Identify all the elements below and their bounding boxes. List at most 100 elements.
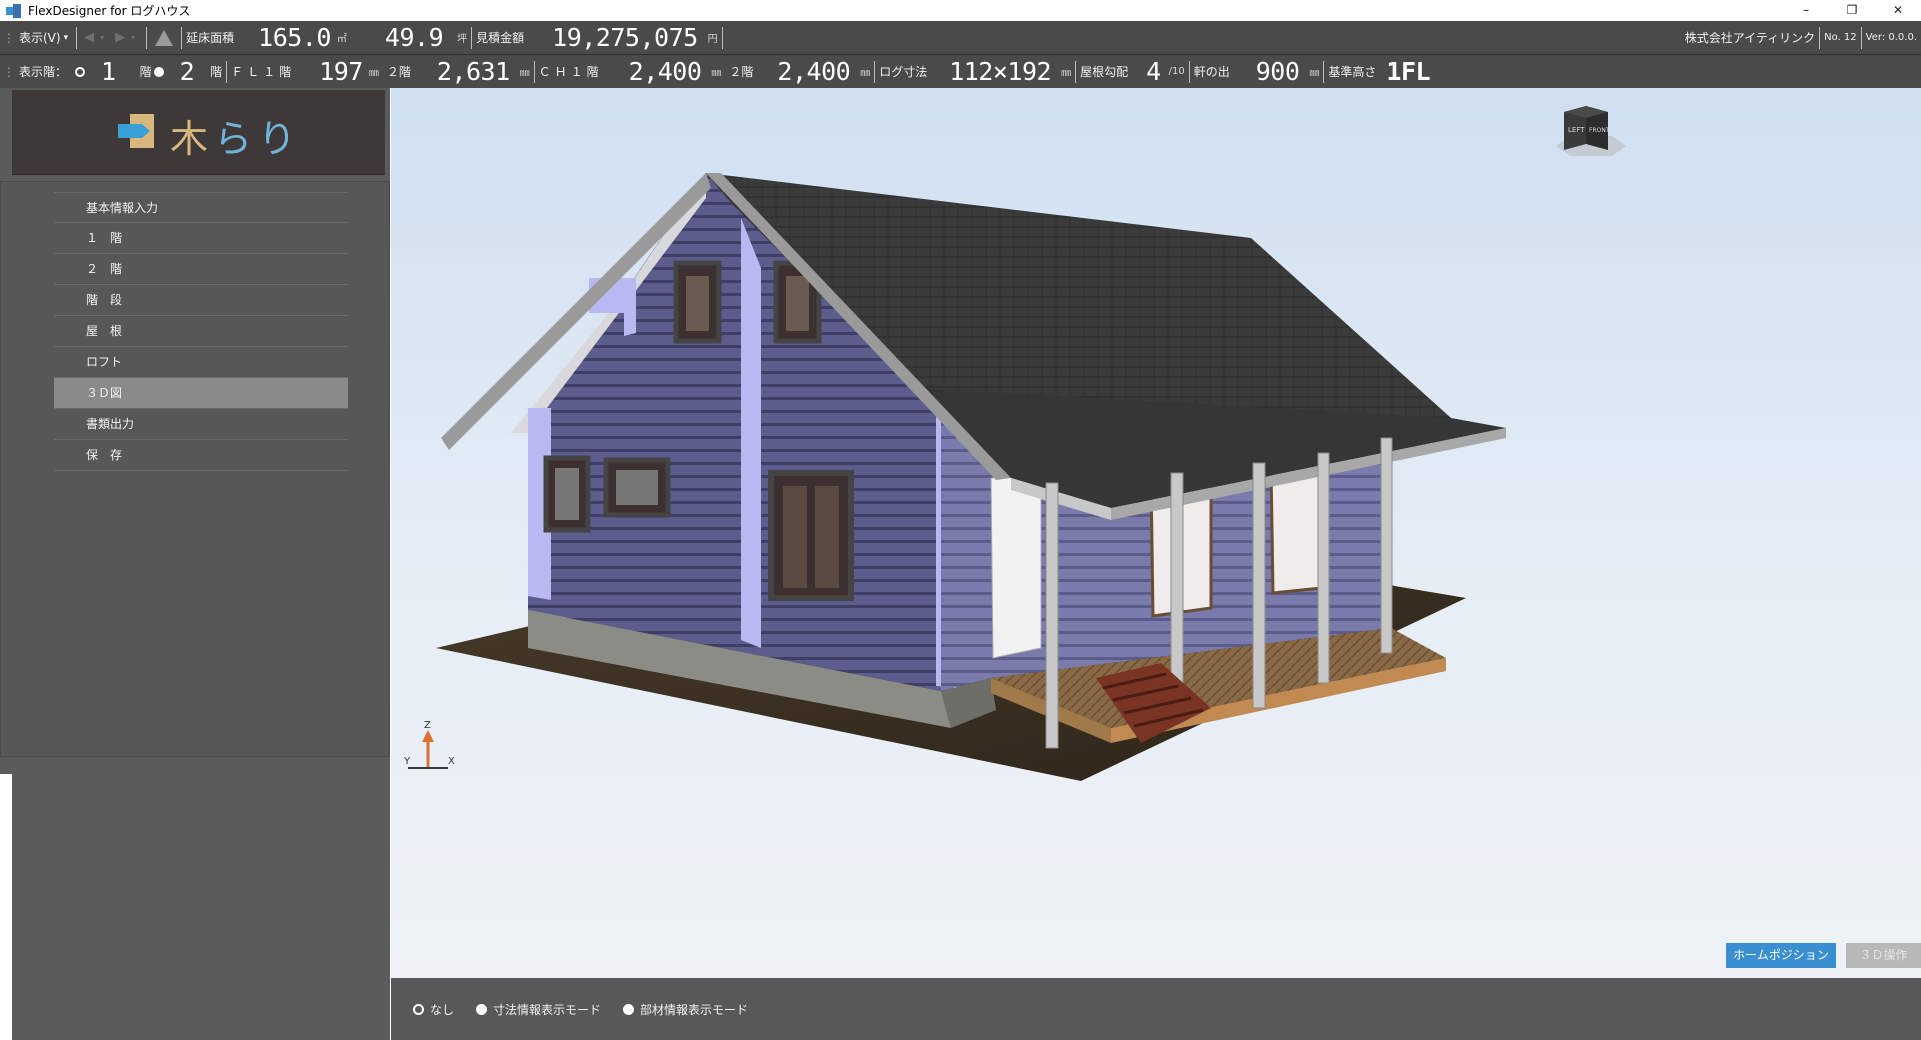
house-3d-model: LEFT FRONT Z Y X: [403, 106, 1626, 781]
separator: [721, 26, 723, 49]
record-number: No. 12: [1824, 32, 1857, 43]
version-label: Ver: 0.0.0.: [1865, 32, 1917, 43]
logo-mark-icon: [118, 114, 154, 148]
floor1-radio[interactable]: [75, 66, 86, 77]
logo-text: 木らり: [170, 108, 302, 163]
fl2-label: ２階: [386, 65, 411, 79]
separator: [874, 60, 876, 83]
floor2-radio[interactable]: [153, 66, 164, 77]
log-size-label: ログ寸法: [879, 65, 928, 79]
fl2-value: 2,631: [436, 57, 510, 86]
3d-operation-button[interactable]: ３Ｄ操作: [1846, 943, 1921, 968]
axis-z-label: Z: [424, 720, 431, 731]
axis-gizmo-icon: Z Y X: [403, 720, 455, 769]
home-position-button[interactable]: ホームポジション: [1726, 943, 1836, 968]
mode-none[interactable]: なし: [409, 1001, 454, 1018]
warning-icon[interactable]: [155, 29, 174, 46]
menu-item-basic-info[interactable]: 基本情報入力: [54, 192, 348, 223]
forward-dropdown-icon[interactable]: ▾: [131, 33, 135, 42]
nav-cube-left-label[interactable]: LEFT: [1568, 126, 1585, 134]
nav-cube-icon: LEFT FRONT: [1556, 106, 1626, 156]
mode-none-radio[interactable]: [413, 1003, 424, 1015]
window-title: FlexDesigner for ログハウス: [28, 4, 191, 18]
company-name: 株式会社アイティリンク: [1684, 31, 1816, 45]
separator: [226, 60, 228, 83]
floor-area-unit: ㎡: [336, 34, 347, 45]
restore-button[interactable]: ❐: [1829, 0, 1875, 21]
ch1-value: 2,400: [628, 57, 702, 86]
menu-item-floor-1[interactable]: １ 階: [54, 223, 348, 254]
mode-dimension[interactable]: 寸法情報表示モード: [472, 1001, 601, 1018]
display-menu-caret-icon[interactable]: ▾: [64, 33, 69, 43]
separator: [533, 60, 535, 83]
fl-label: ＦＬ１階: [231, 65, 296, 79]
3d-viewport[interactable]: LEFT FRONT Z Y X: [391, 88, 1921, 978]
fl2-unit: ㎜: [519, 68, 530, 79]
separator: [146, 26, 148, 49]
log-size-unit: ㎜: [1061, 68, 1072, 79]
separator: [1323, 60, 1325, 83]
estimate-label: 見積金額: [476, 31, 525, 45]
toolbar-grip-icon: ⋮: [3, 64, 15, 79]
menu-item-3d-view[interactable]: ３Ｄ図: [54, 378, 348, 409]
menu-panel: 基本情報入力 １ 階 ２ 階 階 段 屋 根 ロフト ３Ｄ図 書類出力 保 存: [0, 181, 390, 757]
axis-y-label: Y: [403, 756, 411, 767]
floor1-value: 1: [101, 57, 116, 86]
sidebar: 木らり 基本情報入力 １ 階 ２ 階 階 段 屋 根 ロフト ３Ｄ図 書類出力 …: [0, 88, 390, 1040]
ch2-unit: ㎜: [860, 68, 871, 79]
eave-label: 軒の出: [1193, 65, 1230, 79]
front-door: [990, 475, 1042, 659]
minimize-button[interactable]: –: [1783, 0, 1829, 21]
fl1-value: 197: [319, 57, 363, 86]
menu-item-loft[interactable]: ロフト: [54, 347, 348, 378]
info-toolbar: ⋮ 表示階： 1 階 2 階 ＦＬ１階 197 ㎜ ２階 2,631 ㎜ ＣＨ１…: [0, 55, 1921, 88]
roof-pitch-value: 4: [1146, 57, 1161, 86]
menu-item-save[interactable]: 保 存: [54, 440, 348, 471]
tsubo-unit: 坪: [457, 34, 468, 45]
separator: [76, 26, 78, 49]
separator: [1075, 60, 1077, 83]
back-dropdown-icon[interactable]: ▾: [100, 33, 104, 42]
ch2-label: ２階: [729, 65, 754, 79]
toolbar-grip-icon: ⋮: [3, 30, 15, 45]
mode-none-label: なし: [430, 1002, 455, 1017]
separator: [1860, 26, 1862, 49]
estimate-unit: 円: [707, 34, 718, 45]
menu-item-document-output[interactable]: 書類出力: [54, 409, 348, 440]
ch2-value: 2,400: [777, 57, 851, 86]
display-menu[interactable]: 表示(V): [19, 29, 61, 46]
separator: [1188, 60, 1190, 83]
separator: [1819, 26, 1821, 49]
logo-text-kana: らり: [214, 117, 303, 161]
ch-label: ＣＨ１階: [538, 65, 603, 79]
title-bar: FlexDesigner for ログハウス – ❐ ✕: [0, 0, 1921, 21]
base-height-label: 基準高さ: [1328, 65, 1377, 79]
display-mode-bar: なし 寸法情報表示モード 部材情報表示モード: [391, 978, 1921, 1040]
eave-value: 900: [1255, 57, 1300, 86]
menu-item-floor-2[interactable]: ２ 階: [54, 254, 348, 285]
logo-text-kanji: 木: [170, 117, 215, 161]
sidebar-gap: [0, 774, 12, 1040]
mode-member[interactable]: 部材情報表示モード: [619, 1001, 748, 1018]
roof-pitch-unit: /10: [1168, 66, 1185, 77]
separator: [471, 26, 473, 49]
mode-dimension-label: 寸法情報表示モード: [493, 1002, 602, 1017]
roof-pitch-label: 屋根勾配: [1080, 65, 1129, 79]
app-icon: [6, 3, 22, 18]
estimate-value: 19,275,075: [552, 23, 698, 52]
close-button[interactable]: ✕: [1875, 0, 1921, 21]
mode-dimension-radio[interactable]: [476, 1003, 488, 1015]
floor2-value: 2: [179, 57, 195, 86]
menu-item-stairs[interactable]: 階 段: [54, 285, 348, 316]
log-size-value: 112×192: [949, 57, 1052, 86]
floor1-unit: 階: [139, 65, 152, 79]
nav-cube-front-label[interactable]: FRONT: [1589, 127, 1610, 134]
fl1-unit: ㎜: [368, 68, 379, 79]
tsubo-value: 49.9: [384, 23, 444, 52]
mode-member-radio[interactable]: [623, 1003, 635, 1015]
back-icon[interactable]: ◀: [84, 30, 94, 45]
menu-item-roof[interactable]: 屋 根: [54, 316, 348, 347]
forward-icon[interactable]: ▶: [115, 30, 125, 45]
eave-unit: ㎜: [1309, 68, 1320, 79]
display-floor-label: 表示階：: [19, 65, 68, 79]
